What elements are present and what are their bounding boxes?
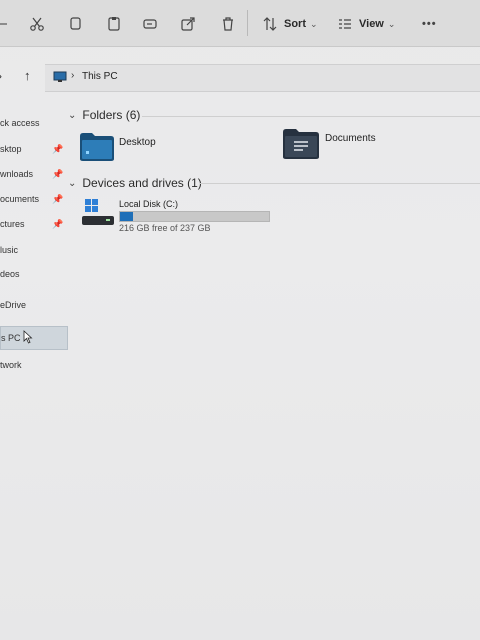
sidebar-item-label: wnloads	[0, 169, 34, 179]
sidebar-item-documents[interactable]: ocuments 📌	[0, 188, 66, 210]
copy-button[interactable]	[67, 14, 83, 34]
sort-icon	[263, 17, 277, 31]
sidebar-item-label: deos	[0, 269, 20, 279]
pin-icon: 📌	[52, 193, 64, 204]
sidebar-item-music[interactable]: lusic	[0, 239, 66, 261]
pin-icon: 📌	[52, 218, 64, 229]
view-icon	[339, 19, 351, 29]
rename-icon	[143, 19, 157, 29]
view-label: View	[359, 18, 384, 30]
address-bar-row: › ↑ › This PC	[0, 60, 480, 94]
sort-label: Sort	[284, 18, 306, 30]
folder-name-desktop[interactable]: Desktop	[119, 137, 156, 148]
folders-section-title: Folders (6)	[82, 108, 141, 122]
documents-folder-icon	[283, 129, 319, 159]
sidebar-item-label: twork	[0, 360, 22, 370]
computer-icon	[53, 71, 67, 82]
scissors-icon	[30, 17, 44, 31]
chevron-down-icon: ⌄	[68, 177, 77, 189]
folder-name-documents[interactable]: Documents	[325, 133, 376, 144]
sidebar-item-pictures[interactable]: ctures 📌	[0, 213, 66, 235]
back-overflow-icon[interactable]	[0, 14, 12, 34]
desktop-folder-icon	[80, 133, 114, 161]
more-options-button[interactable]: •••	[422, 14, 437, 34]
copy-icon	[70, 17, 81, 30]
section-divider	[142, 116, 480, 117]
sidebar-item-label: sktop	[0, 144, 22, 154]
view-button[interactable]: View ⌄	[337, 14, 395, 34]
sidebar-item-desktop[interactable]: sktop 📌	[0, 138, 66, 160]
rename-button[interactable]	[142, 14, 158, 34]
drive-local-disk-c[interactable]	[82, 199, 114, 232]
chevron-down-icon: ⌄	[387, 18, 396, 29]
more-icon: •••	[422, 18, 437, 30]
sidebar-item-label: lusic	[0, 245, 19, 255]
navigation-pane: ck access sktop 📌 wnloads 📌 ocuments 📌 c…	[0, 100, 68, 640]
breadcrumb-this-pc[interactable]: This PC	[82, 71, 118, 82]
sidebar-item-label: ck access	[0, 118, 40, 128]
sidebar-item-quick-access[interactable]: ck access	[0, 112, 66, 134]
sort-button[interactable]: Sort ⌄	[262, 14, 318, 34]
chevron-down-icon: ⌄	[310, 18, 318, 29]
delete-button[interactable]	[220, 14, 236, 34]
sidebar-item-label: ocuments	[0, 194, 40, 204]
folder-documents[interactable]	[283, 129, 319, 164]
drives-section-header[interactable]: ⌄ Devices and drives (1)	[68, 176, 202, 190]
paste-icon	[108, 17, 120, 31]
cut-button[interactable]	[29, 14, 45, 34]
sidebar-item-network[interactable]: twork	[0, 354, 66, 376]
drive-name[interactable]: Local Disk (C:)	[119, 199, 178, 209]
mouse-cursor-icon	[23, 330, 33, 344]
up-arrow-icon[interactable]: ↑	[24, 68, 31, 83]
pin-icon: 📌	[52, 143, 64, 154]
sidebar-item-downloads[interactable]: wnloads 📌	[0, 163, 66, 185]
folders-section-header[interactable]: ⌄ Folders (6)	[68, 108, 140, 122]
sidebar-item-onedrive[interactable]: eDrive	[0, 294, 66, 316]
pin-icon: 📌	[52, 168, 64, 179]
toolbar-divider	[247, 10, 248, 36]
trash-icon	[223, 17, 233, 31]
folder-desktop[interactable]	[80, 133, 114, 166]
drive-usage-fill	[120, 212, 134, 221]
sidebar-item-label: eDrive	[0, 300, 27, 310]
sidebar-item-this-pc[interactable]: s PC	[0, 326, 68, 350]
drive-usage-bar	[119, 211, 270, 222]
share-icon	[181, 17, 195, 31]
share-button[interactable]	[180, 14, 196, 34]
forward-chevron-icon[interactable]: ›	[0, 69, 2, 83]
hard-drive-icon	[82, 199, 114, 225]
drive-free-space: 216 GB free of 237 GB	[119, 223, 211, 233]
chevron-down-icon: ⌄	[68, 109, 77, 121]
sidebar-item-videos[interactable]: deos	[0, 263, 66, 285]
command-bar: Sort ⌄ View ⌄ •••	[0, 0, 480, 47]
section-divider	[200, 183, 480, 184]
breadcrumb-separator-icon: ›	[71, 70, 75, 81]
sidebar-item-label: ctures	[0, 219, 25, 229]
paste-button[interactable]	[106, 14, 122, 34]
sidebar-item-label: s PC	[1, 333, 21, 343]
drives-section-title: Devices and drives (1)	[82, 176, 202, 190]
